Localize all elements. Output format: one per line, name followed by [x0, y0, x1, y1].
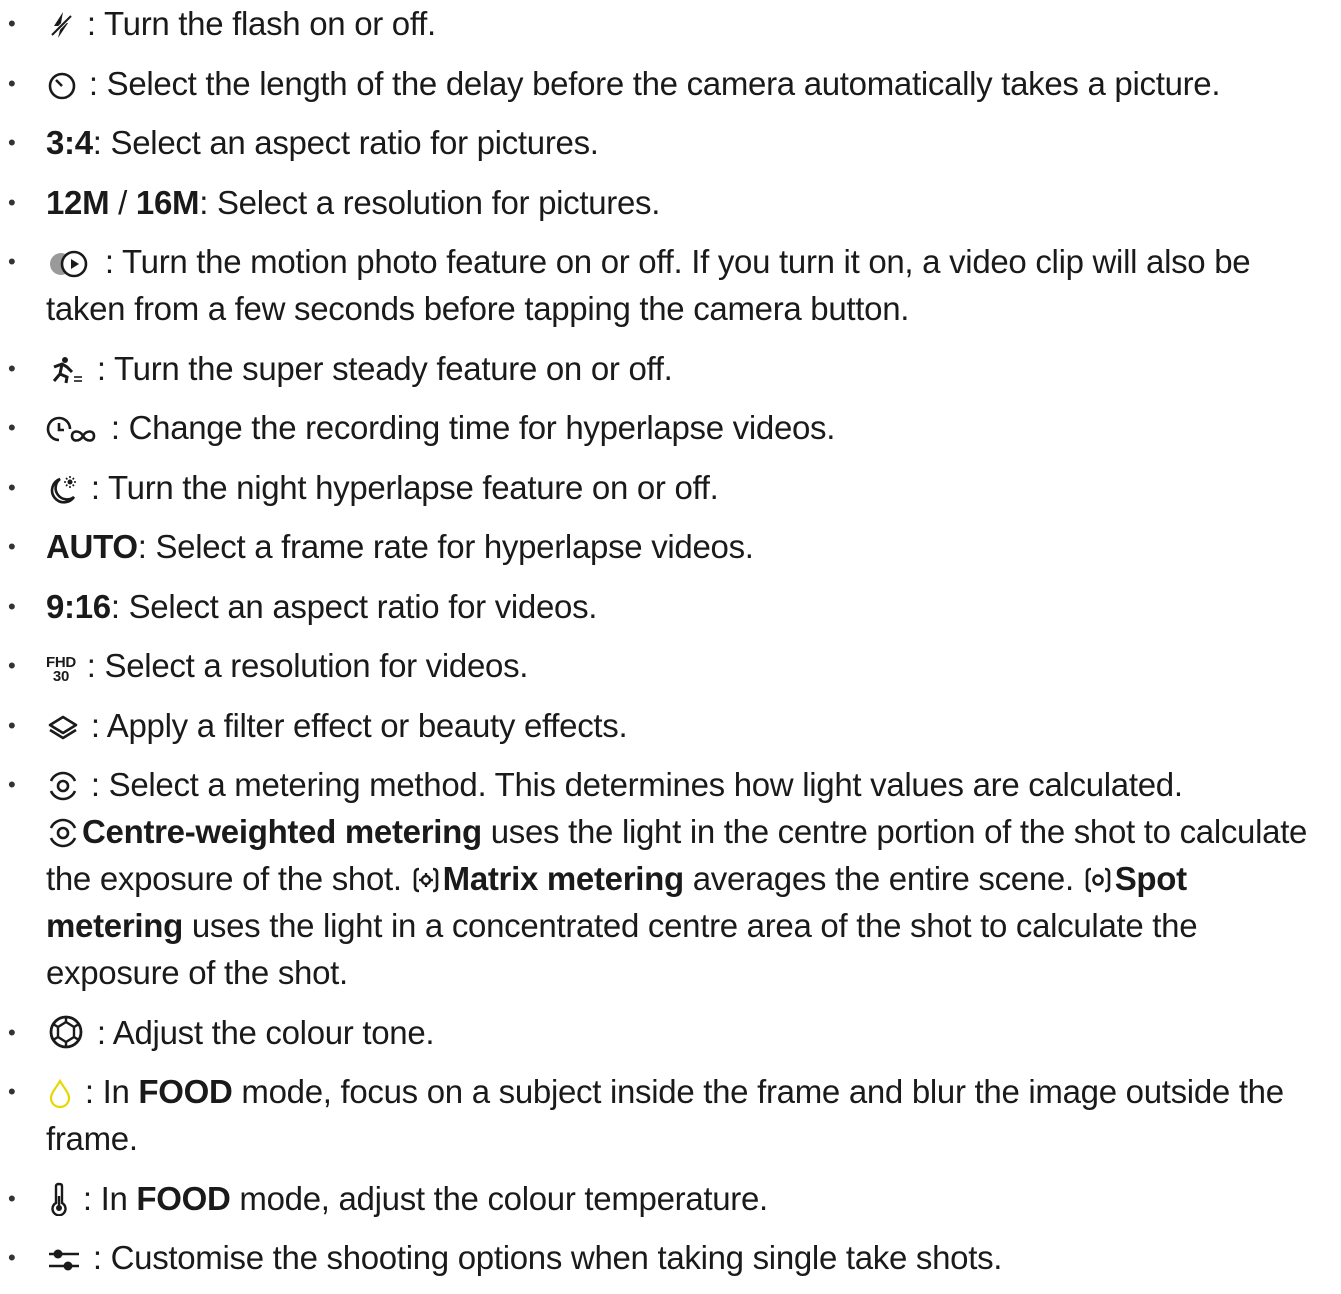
fhd-30-icon: FHD 30 [46, 655, 76, 685]
colour-tone-icon [46, 1014, 86, 1050]
matrix-text: averages the entire scene. [683, 860, 1074, 897]
hyperlapse-time-icon [46, 413, 100, 445]
centre-weighted-metering-icon [46, 817, 80, 849]
bullet: • [8, 1245, 16, 1270]
list-item-hyperlapse-time: • : Change the recording time for hyperl… [0, 404, 1330, 451]
thermometer-icon [46, 1182, 72, 1216]
list-item-flash: • : Turn the flash on or off. [0, 0, 1330, 47]
resolution-12m-label: 12M [46, 183, 110, 221]
list-item-metering: • : Select a metering method. This deter… [0, 761, 1330, 996]
list-item-timer: • : Select the length of the delay befor… [0, 60, 1330, 107]
flash-off-icon [46, 9, 76, 41]
bullet: • [8, 772, 16, 797]
night-hyperlapse-icon [46, 473, 80, 505]
food-focus-icon [46, 1077, 74, 1109]
bullet: • [8, 534, 16, 559]
item-text: : Select a frame rate for hyperlapse vid… [137, 528, 754, 565]
list-item-night-hyperlapse: • : Turn the night hyperlapse feature on… [0, 464, 1330, 511]
item-pre-text: : In [74, 1179, 137, 1217]
list-item-aspect-ratio-videos: • 9:16: Select an aspect ratio for video… [0, 583, 1330, 630]
item-text: : Apply a filter effect or beauty effect… [82, 706, 628, 744]
document-page: • : Turn the flash on or off. • : Select… [0, 0, 1341, 1282]
item-text: mode, adjust the colour temperature. [230, 1179, 768, 1217]
sliders-icon [46, 1243, 82, 1275]
list-item-video-resolution: • FHD 30 : Select a resolution for video… [0, 642, 1330, 689]
list-item-single-take-options: • : Customise the shooting options when … [0, 1234, 1330, 1281]
bullet: • [8, 189, 16, 215]
separator: / [109, 183, 136, 221]
resolution-16m-label: 16M [135, 183, 200, 221]
camera-options-list: • : Turn the flash on or off. • : Select… [0, 0, 1330, 1294]
aspect-ratio-video-label: 9:16 [46, 587, 111, 625]
item-text: : Select a resolution for videos. [77, 647, 529, 684]
item-text: : Turn the super steady feature on or of… [88, 349, 673, 387]
bullet: • [8, 653, 16, 678]
bullet: • [8, 1019, 16, 1045]
super-steady-icon [46, 354, 86, 386]
list-item-motion-photo: • : Turn the motion photo feature on or … [0, 238, 1330, 332]
bullet: • [8, 11, 16, 36]
bullet: • [8, 415, 16, 440]
bullet: • [8, 249, 16, 274]
list-item-frame-rate: • AUTO: Select a frame rate for hyperlap… [0, 523, 1330, 570]
matrix-label: Matrix metering [442, 860, 685, 897]
list-item-colour-temperature: • : In FOOD mode, adjust the colour temp… [0, 1175, 1330, 1222]
bullet: • [8, 474, 16, 500]
item-text: : Customise the shooting options when ta… [84, 1239, 1003, 1276]
item-text: : Select a metering method. This determi… [82, 766, 1183, 803]
motion-photo-icon [46, 247, 94, 279]
fps-label: 30 [52, 668, 70, 685]
aspect-ratio-label: 3:4 [46, 124, 93, 161]
item-text: : Select the length of the delay before … [80, 64, 1221, 102]
bullet: • [8, 1079, 16, 1104]
bullet: • [8, 70, 16, 96]
item-text: : Change the recording time for hyperlap… [102, 409, 836, 446]
timer-icon [46, 69, 78, 101]
bullet: • [8, 355, 16, 381]
item-text: : Turn the flash on or off. [78, 5, 436, 42]
centre-weighted-label: Centre-weighted metering [82, 813, 482, 850]
list-item-resolution-pictures: • 12M / 16M: Select a resolution for pic… [0, 179, 1330, 226]
bullet: • [8, 1185, 16, 1211]
food-mode-label: FOOD [138, 1073, 233, 1110]
item-text: : Adjust the colour tone. [88, 1013, 435, 1051]
auto-label: AUTO [46, 528, 138, 565]
metering-icon [46, 770, 80, 802]
item-text: : Select a resolution for pictures. [199, 183, 661, 221]
spot-metering-icon [1083, 864, 1113, 896]
bullet: • [8, 712, 16, 738]
bullet: • [8, 130, 16, 155]
item-text: : Select an aspect ratio for pictures. [92, 124, 599, 161]
item-text: mode, focus on a subject inside the fram… [46, 1073, 1284, 1157]
list-item-colour-tone: • : Adjust the colour tone. [0, 1009, 1330, 1056]
item-text: : Turn the night hyperlapse feature on o… [82, 468, 719, 506]
matrix-metering-icon [411, 864, 441, 896]
item-pre-text: : In [76, 1073, 139, 1110]
list-item-filter: • : Apply a filter effect or beauty effe… [0, 702, 1330, 749]
list-item-super-steady: • : Turn the super steady feature on or … [0, 345, 1330, 392]
item-text: : Select an aspect ratio for videos. [110, 587, 598, 625]
filter-layers-icon [46, 711, 80, 743]
list-item-food-focus: • : In FOOD mode, focus on a subject ins… [0, 1068, 1330, 1162]
food-mode-label: FOOD [136, 1179, 231, 1217]
item-text: : Turn the motion photo feature on or of… [46, 243, 1251, 327]
bullet: • [8, 593, 16, 619]
list-item-aspect-ratio-pictures: • 3:4: Select an aspect ratio for pictur… [0, 119, 1330, 166]
spot-text: uses the light in a concentrated centre … [46, 907, 1198, 991]
